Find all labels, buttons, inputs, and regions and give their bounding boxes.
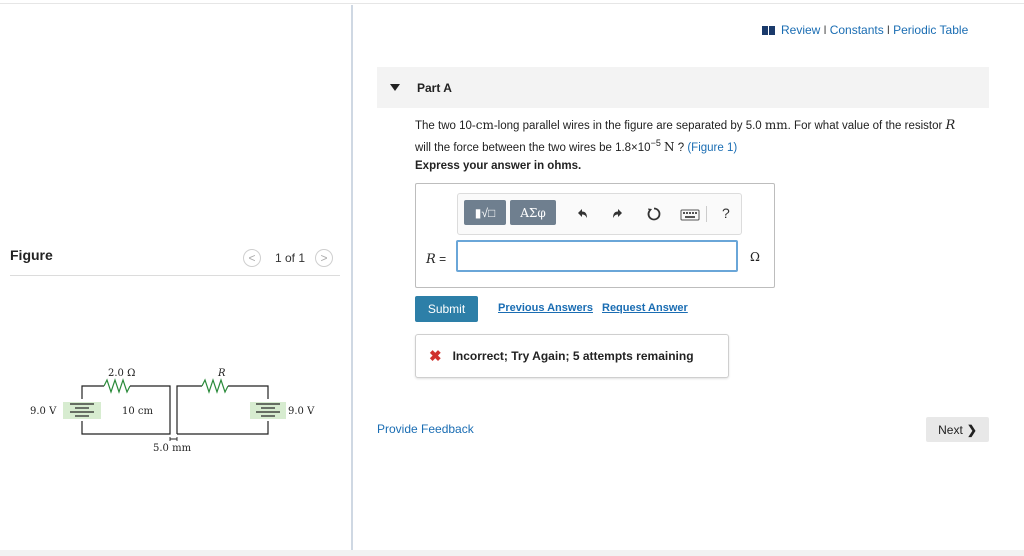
toolbar-separator [706, 206, 707, 222]
link-separator: I [823, 23, 827, 37]
unit-mm: mm [764, 118, 788, 132]
chevron-right-icon: > [320, 251, 328, 265]
question-fragment: The two 10- [415, 120, 476, 132]
figure-divider [10, 275, 340, 276]
figure-title: Figure [10, 247, 53, 263]
book-icon [762, 25, 775, 35]
resistor-right-zigzag [201, 378, 229, 394]
variable-r: R [945, 118, 956, 133]
unit-cm: cm [475, 118, 494, 132]
figure-link[interactable]: (Figure 1) [687, 142, 737, 154]
collapse-triangle-icon[interactable] [390, 84, 400, 91]
express-instruction: Express your answer in ohms. [415, 160, 582, 172]
prev-figure-button[interactable]: < [243, 249, 261, 267]
wire-length-label: 10 cm [122, 406, 154, 417]
right-circuit-bottom-wire [177, 421, 269, 435]
greek-symbols-button[interactable]: ΑΣφ [510, 200, 556, 225]
circuit-figure: 9.0 V 9.0 V 2.0 Ω R 10 cm 5.0 mm [30, 368, 315, 454]
right-circuit-wire [176, 385, 202, 434]
figure-page-count: 1 of 1 [275, 251, 306, 265]
resistor-right-label: R [217, 368, 226, 379]
answer-variable: R [426, 252, 436, 267]
chevron-left-icon: < [248, 251, 256, 265]
reset-icon[interactable] [646, 206, 662, 222]
link-separator: I [886, 23, 891, 37]
feedback-box: ✖ Incorrect; Try Again; 5 attempts remai… [415, 334, 729, 378]
next-button[interactable]: Next ❯ [926, 417, 989, 442]
submit-button[interactable]: Submit [415, 296, 478, 322]
redo-icon[interactable] [610, 206, 626, 222]
answer-box: ▮√□ ΑΣφ ? R = Ω [415, 183, 775, 288]
undo-icon[interactable] [574, 206, 590, 222]
templates-button[interactable]: ▮√□ [464, 200, 506, 225]
exponent: −5 [650, 138, 661, 148]
math-toolbar: ▮√□ ΑΣφ ? [457, 193, 742, 235]
panel-divider[interactable] [351, 5, 353, 550]
question-fragment: -long parallel wires in the figure are s… [493, 120, 765, 132]
part-a-header[interactable]: Part A [377, 67, 989, 108]
templates-icon: ▮√□ [474, 205, 496, 220]
feedback-text: Incorrect; Try Again; 5 attempts remaini… [452, 349, 694, 363]
error-x-icon: ✖ [429, 348, 442, 365]
next-figure-button[interactable]: > [315, 249, 334, 267]
help-button[interactable]: ? [722, 205, 730, 221]
keyboard-icon[interactable] [680, 206, 700, 222]
bottom-bar [0, 550, 1024, 556]
right-circuit-top-wire [228, 385, 269, 399]
separation-label: 5.0 mm [153, 443, 192, 454]
left-circuit-top-wire [81, 385, 104, 399]
question-fragment: will the force between the two wires be … [415, 141, 651, 154]
resistor-left-zigzag [103, 378, 131, 394]
answer-unit: Ω [750, 250, 760, 264]
question-fragment: . For what value of the resistor [787, 120, 946, 132]
figure-pager: < 1 of 1 > [243, 248, 334, 268]
question-fragment: ? [674, 141, 688, 154]
question-text: The two 10-cm-long parallel wires in the… [415, 117, 990, 157]
answer-label: R = [426, 252, 446, 267]
request-answer-link[interactable]: Request Answer [602, 302, 688, 314]
separation-arrow [169, 437, 178, 441]
chevron-right-icon: ❯ [966, 422, 977, 437]
periodic-table-link[interactable]: Periodic Table [893, 23, 968, 37]
review-link[interactable]: Review [781, 23, 820, 37]
constants-link[interactable]: Constants [830, 23, 884, 37]
battery-left-label: 9.0 V [30, 406, 57, 417]
resistor-left-label: 2.0 Ω [108, 368, 135, 379]
answer-input[interactable] [456, 240, 738, 272]
battery-right-label: 9.0 V [288, 406, 315, 417]
part-title: Part A [417, 80, 452, 95]
top-rule [0, 3, 1024, 4]
provide-feedback-link[interactable]: Provide Feedback [377, 422, 474, 436]
next-label: Next [938, 422, 963, 437]
answer-equals: = [435, 252, 447, 266]
previous-answers-link[interactable]: Previous Answers [498, 302, 593, 314]
greek-icon: ΑΣφ [520, 205, 546, 220]
unit-newton: N [664, 139, 675, 154]
top-links: Review I Constants I Periodic Table [762, 23, 968, 37]
